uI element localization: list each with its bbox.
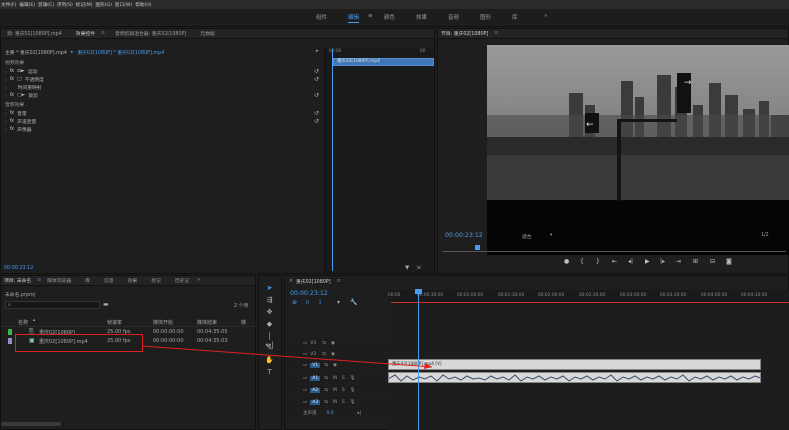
annotation-arrow — [141, 345, 433, 369]
